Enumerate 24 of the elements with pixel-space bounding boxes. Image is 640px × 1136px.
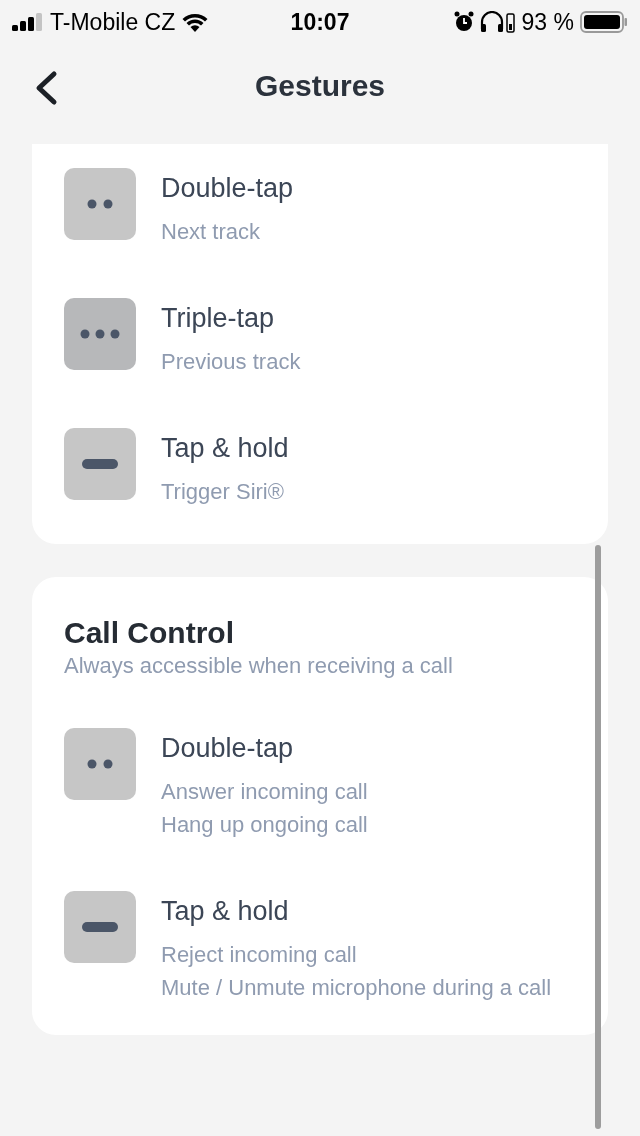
carrier-name: T-Mobile CZ	[50, 8, 176, 36]
gesture-action: Mute / Unmute microphone during a call	[161, 974, 552, 1002]
gesture-action: Next track	[161, 218, 262, 246]
gesture-action: Trigger Siri®	[161, 478, 285, 506]
wifi-icon	[181, 12, 210, 32]
scrollbar[interactable]	[595, 545, 601, 1129]
signal-icon	[12, 13, 44, 31]
section-title: Call Control	[64, 615, 235, 651]
gesture-name: Tap & hold	[161, 895, 290, 928]
gesture-name: Double-tap	[161, 732, 295, 765]
gesture-action: Hang up ongoing call	[161, 811, 368, 839]
gesture-action: Previous track	[161, 348, 301, 376]
headphones-icon	[479, 11, 516, 33]
battery-percent: 93 %	[521, 8, 574, 36]
gesture-action: Reject incoming call	[161, 941, 358, 969]
page-title: Gestures	[254, 69, 386, 103]
battery-icon	[580, 11, 628, 33]
gesture-name: Tap & hold	[161, 432, 289, 465]
gesture-action: Answer incoming call	[161, 778, 368, 806]
alarm-icon	[453, 11, 474, 33]
gesture-name: Triple-tap	[161, 302, 276, 335]
clock-time: 10:07	[290, 8, 350, 36]
section-subtitle: Always accessible when receiving a call	[64, 652, 454, 680]
gesture-name: Double-tap	[161, 172, 294, 205]
